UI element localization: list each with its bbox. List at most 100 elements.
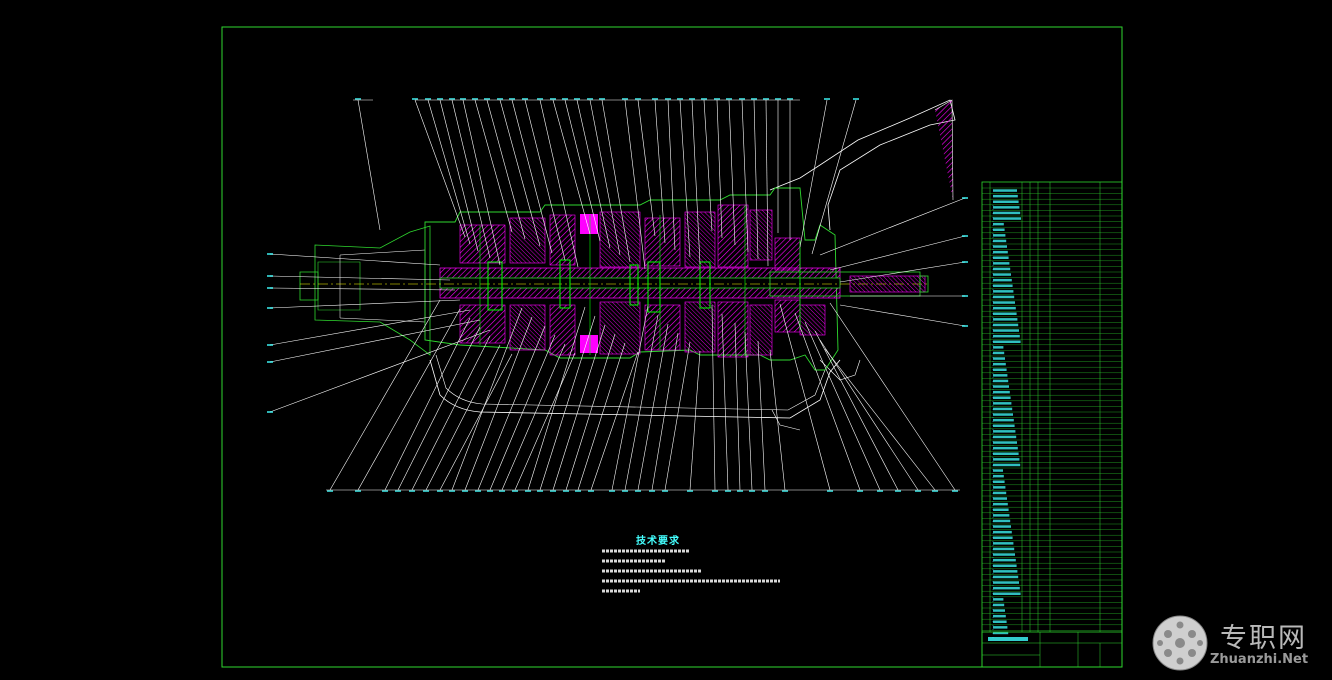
leader-line xyxy=(425,344,501,491)
leader-line xyxy=(829,302,956,491)
balloon-mark xyxy=(962,295,968,297)
table-cell-text xyxy=(993,598,1004,601)
table-cell-text xyxy=(993,211,1021,215)
table-cell-text xyxy=(993,564,1017,567)
balloon-mark xyxy=(267,411,273,413)
table-cell-text xyxy=(993,474,1004,478)
table-cell-text xyxy=(993,497,1007,500)
leader-line xyxy=(689,350,701,491)
table-cell-text xyxy=(993,502,1008,506)
balloon-mark xyxy=(267,253,273,255)
table-cell-text xyxy=(993,530,1012,534)
leader-line xyxy=(269,299,461,309)
balloon-mark xyxy=(962,235,968,237)
table-cell-text xyxy=(993,200,1019,203)
table-cell-text xyxy=(993,463,1021,467)
table-cell-text xyxy=(993,390,1010,394)
table-cell-text xyxy=(993,570,1018,573)
leader-line xyxy=(357,99,381,231)
leader-line xyxy=(804,321,881,491)
technical-requirements-title: 技术要求 xyxy=(636,536,680,547)
leader-line xyxy=(439,99,479,252)
table-cell-text xyxy=(993,334,1020,338)
table-cell-text xyxy=(993,278,1012,282)
table-cell-text xyxy=(993,217,1021,220)
table-cell-text xyxy=(993,491,1007,495)
technical-requirements-notes xyxy=(602,549,780,593)
leader-line xyxy=(501,343,566,491)
leader-line xyxy=(552,99,591,235)
leader-line xyxy=(819,339,919,491)
table-cell-text xyxy=(993,418,1014,422)
table-cell-text xyxy=(993,620,1007,623)
leader-line xyxy=(590,351,639,491)
table-cell-text xyxy=(993,374,1008,377)
table-cell-text xyxy=(993,396,1011,399)
table-cell-text xyxy=(993,480,1005,483)
table-cell-text xyxy=(993,553,1015,556)
table-cell-text xyxy=(993,458,1020,461)
table-cell-text xyxy=(993,228,1005,231)
watermark: 专职网 Zhuanzhi.Net xyxy=(1150,610,1330,676)
table-cell-text xyxy=(993,222,1004,226)
table-cell-text xyxy=(993,547,1015,551)
leader-line xyxy=(269,309,471,346)
table-cell-text xyxy=(993,245,1007,248)
leader-line xyxy=(637,99,656,237)
table-cell-text xyxy=(993,368,1007,371)
table-cell-text xyxy=(993,469,1003,472)
balloon-mark xyxy=(962,197,968,199)
table-cell-text xyxy=(993,435,1017,439)
table-cell-text xyxy=(993,262,1010,265)
leader-line xyxy=(824,348,936,491)
leader-line xyxy=(411,335,491,491)
parts-list-table xyxy=(981,181,1123,668)
table-cell-text xyxy=(993,329,1019,332)
balloon-mark xyxy=(267,275,273,277)
table-cell-text xyxy=(993,189,1017,192)
table-cell-text xyxy=(993,295,1015,299)
table-cell-text xyxy=(993,206,1020,209)
leader-line xyxy=(329,299,441,491)
table-cell-text xyxy=(993,525,1011,528)
table-cell-text xyxy=(993,318,1018,321)
table-cell-text xyxy=(993,290,1014,293)
table-cell-text xyxy=(993,402,1012,405)
leader-line xyxy=(744,331,753,491)
table-cell-text xyxy=(993,486,1006,489)
table-cell-text xyxy=(993,239,1007,243)
table-cell-text xyxy=(993,250,1008,254)
table-cell-text xyxy=(993,413,1013,416)
table-cell-text xyxy=(993,351,1005,355)
table-cell-text xyxy=(993,626,1008,629)
table-cell-text xyxy=(993,234,1006,237)
table-cell-text xyxy=(993,609,1005,612)
table-cell-text xyxy=(993,514,1010,517)
leader-line xyxy=(577,342,626,491)
leader-line xyxy=(514,352,576,491)
table-cell-text xyxy=(993,301,1015,304)
leader-line xyxy=(439,353,513,491)
table-cell-text xyxy=(993,575,1019,579)
table-cell-text xyxy=(993,323,1019,327)
watermark-text-cn: 专职网 xyxy=(1220,623,1307,654)
table-cell-text xyxy=(993,586,1020,590)
balloon-mark xyxy=(853,98,859,100)
leader-line xyxy=(269,253,441,266)
table-cell-text xyxy=(993,581,1019,584)
balloon-mark xyxy=(962,325,968,327)
leader-line xyxy=(811,99,857,255)
table-cell-text xyxy=(993,614,1006,618)
watermark-ball-icon xyxy=(1152,615,1208,671)
table-cell-text xyxy=(993,385,1009,388)
table-cell-text xyxy=(993,603,1005,607)
table-cell-text xyxy=(993,306,1016,310)
transmission-assembly xyxy=(299,99,956,431)
table-cell-text xyxy=(993,340,1021,343)
watermark-text-en: Zhuanzhi.Net xyxy=(1210,652,1309,667)
table-cell-text xyxy=(993,267,1011,271)
table-cell-text xyxy=(993,441,1017,444)
table-cell-text xyxy=(993,312,1017,315)
leader-line xyxy=(703,99,713,232)
leader-line xyxy=(651,332,679,491)
